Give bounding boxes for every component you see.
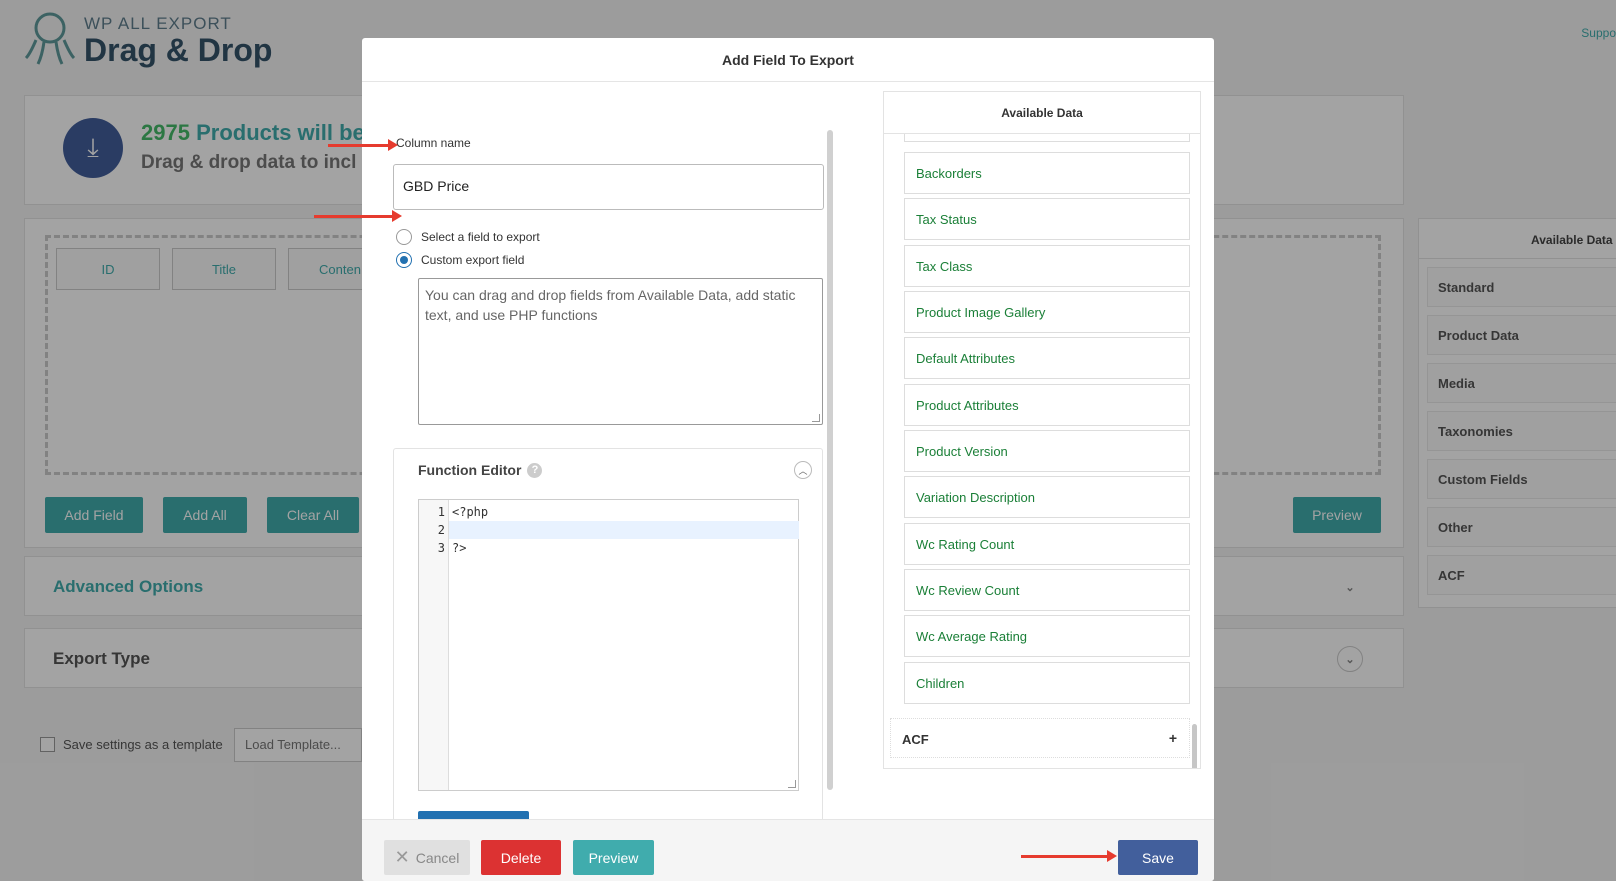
annotation-arrow <box>328 139 398 151</box>
acf-section-label: ACF <box>902 732 929 747</box>
line-number: 2 <box>437 523 445 537</box>
list-item[interactable]: Children <box>904 662 1190 704</box>
list-item[interactable]: Backorders <box>904 152 1190 194</box>
chevron-up-icon[interactable]: ︿ <box>794 461 812 479</box>
available-data-title: Available Data <box>884 92 1200 134</box>
delete-button[interactable]: Delete <box>481 840 561 875</box>
code-editor[interactable]: 1 <?php 2 3 ?> <box>418 499 799 791</box>
right-scrollbar[interactable] <box>1192 724 1197 768</box>
available-data-panel: Available Data Backorders Tax Status Tax… <box>883 91 1201 769</box>
annotation-arrow <box>1021 850 1117 862</box>
list-item[interactable]: Tax Status <box>904 198 1190 240</box>
list-item[interactable]: Variation Description <box>904 476 1190 518</box>
list-item[interactable]: Product Version <box>904 430 1190 472</box>
function-editor-title: Function Editor ? <box>418 462 543 478</box>
function-editor-title-text: Function Editor <box>418 462 522 478</box>
list-item-partial[interactable] <box>904 134 1190 142</box>
list-item[interactable]: Wc Review Count <box>904 569 1190 611</box>
resize-handle-icon[interactable] <box>812 414 820 422</box>
radio-select-field[interactable]: Select a field to export <box>396 229 540 245</box>
function-editor-panel: Function Editor ? ︿ 1 <?php 2 3 ?> <box>393 448 823 868</box>
cancel-label: Cancel <box>415 849 460 866</box>
line-number: 3 <box>437 541 445 555</box>
left-scrollbar[interactable] <box>827 130 833 790</box>
cancel-button[interactable]: ✕ Cancel <box>384 840 470 875</box>
custom-export-textarea[interactable]: You can drag and drop fields from Availa… <box>418 278 823 425</box>
help-icon[interactable]: ? <box>527 462 543 478</box>
annotation-arrow <box>314 210 402 222</box>
code-line: 3 ?> <box>419 539 798 557</box>
add-field-modal: Add Field To Export Column name GBD Pric… <box>362 38 1214 881</box>
close-icon: ✕ <box>394 847 410 867</box>
radio-button[interactable] <box>396 229 412 245</box>
radio-custom-field[interactable]: Custom export field <box>396 252 524 268</box>
list-item[interactable]: Wc Average Rating <box>904 615 1190 657</box>
list-item[interactable]: Product Attributes <box>904 384 1190 426</box>
code-text: ?> <box>452 541 467 555</box>
radio-button-selected[interactable] <box>396 252 412 268</box>
available-data-list: Backorders Tax Status Tax Class Product … <box>884 134 1200 768</box>
preview-button[interactable]: Preview <box>573 840 654 875</box>
code-text: <?php <box>452 505 489 519</box>
custom-export-placeholder: You can drag and drop fields from Availa… <box>425 287 796 323</box>
save-button[interactable]: Save <box>1118 840 1198 875</box>
list-item[interactable]: Default Attributes <box>904 337 1190 379</box>
list-item[interactable]: Wc Rating Count <box>904 523 1190 565</box>
column-name-input[interactable]: GBD Price <box>393 164 824 210</box>
list-item[interactable]: Tax Class <box>904 245 1190 287</box>
code-line: 1 <?php <box>419 503 798 521</box>
radio-custom-label: Custom export field <box>421 253 525 267</box>
modal-title: Add Field To Export <box>362 38 1214 82</box>
line-number: 1 <box>437 505 445 519</box>
acf-section-toggle[interactable]: ACF + <box>890 718 1190 758</box>
column-name-label: Column name <box>396 136 471 150</box>
plus-icon[interactable]: + <box>1169 730 1177 746</box>
resize-handle-icon[interactable] <box>788 780 796 788</box>
modal-footer: ✕ Cancel Delete Preview Save <box>362 819 1214 881</box>
modal-left-column: Column name GBD Price Select a field to … <box>362 83 840 868</box>
list-item[interactable]: Product Image Gallery <box>904 291 1190 333</box>
radio-select-label: Select a field to export <box>421 230 540 244</box>
code-line-active: 2 <box>438 521 799 539</box>
